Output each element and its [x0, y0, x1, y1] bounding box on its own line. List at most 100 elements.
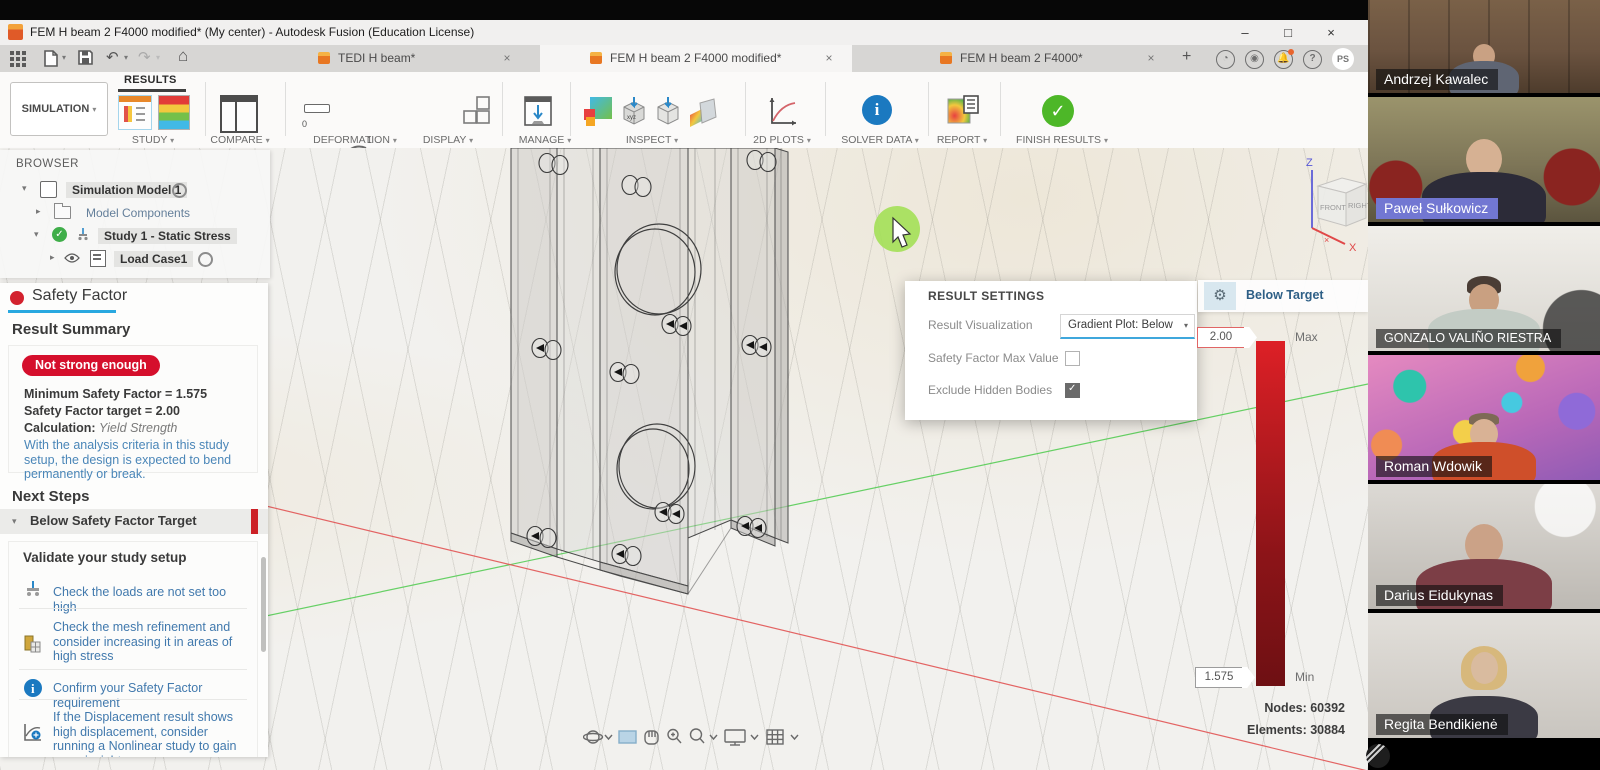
group-display[interactable]: DISPLAY ▾ — [408, 134, 488, 146]
below-target-section-row[interactable]: ▾ Below Safety Factor Target — [0, 509, 268, 534]
participant-tile[interactable]: Paweł Sułkowicz — [1368, 97, 1600, 222]
tab-close-icon[interactable]: × — [822, 51, 836, 65]
step-check-mesh[interactable]: Check the mesh refinement and consider i… — [53, 620, 243, 664]
file-icon[interactable] — [44, 50, 58, 67]
display-dropdown-icon[interactable] — [751, 735, 758, 739]
participant-tile[interactable]: Roman Wdowik — [1368, 355, 1600, 480]
result-visualization-dropdown[interactable]: Gradient Plot: Below▾ — [1060, 314, 1195, 339]
step-check-loads[interactable]: Check the loads are not set too high — [53, 585, 243, 614]
redo-icon[interactable]: ↷ — [138, 49, 151, 67]
user-avatar[interactable]: PS — [1332, 48, 1354, 70]
tab-close-icon[interactable]: × — [1144, 51, 1158, 65]
legend-color-bar[interactable] — [1256, 341, 1285, 686]
workspace-selector[interactable]: SIMULATION ▾ — [10, 82, 108, 136]
extensions-icon[interactable]: ◉ — [1245, 50, 1264, 69]
tab-close-icon[interactable]: × — [500, 51, 514, 65]
group-finish-results[interactable]: FINISH RESULTS ▾ — [1002, 134, 1122, 146]
minimize-button[interactable]: – — [1228, 22, 1262, 43]
look-at-icon[interactable] — [619, 731, 636, 743]
app-grid-icon[interactable] — [10, 51, 26, 67]
chevron-down-icon[interactable]: ▾ — [34, 229, 39, 240]
group-inspect[interactable]: INSPECT ▾ — [612, 134, 692, 146]
solver-data-icon[interactable]: i — [862, 95, 892, 125]
visibility-radio-icon[interactable] — [198, 252, 213, 267]
chevron-down-icon[interactable]: ▾ — [12, 516, 17, 527]
close-button[interactable]: × — [1314, 22, 1348, 43]
tree-item-load-case1[interactable]: ▸ Load Case1 — [0, 249, 270, 269]
participant-tile[interactable]: Regita Bendikienė — [1368, 613, 1600, 738]
pan-hand-icon[interactable] — [645, 731, 658, 744]
tree-item-simulation-model[interactable]: ▾ Simulation Model 1 — [0, 180, 270, 200]
group-manage[interactable]: MANAGE ▾ — [505, 134, 585, 146]
visibility-radio-icon[interactable] — [172, 183, 187, 198]
eye-visibility-icon[interactable] — [64, 253, 80, 263]
display-layout-icon[interactable] — [462, 95, 491, 126]
zoom-icon[interactable] — [668, 730, 681, 744]
group-study[interactable]: STUDY ▾ — [113, 134, 193, 146]
inspect-section-plane-icon[interactable] — [686, 95, 720, 129]
undo-icon[interactable]: ↶ — [106, 49, 119, 67]
ribbon-section-label: RESULTS — [124, 74, 177, 86]
job-status-icon[interactable]: ◔ — [1216, 50, 1235, 69]
group-compare[interactable]: COMPARE ▾ — [200, 134, 280, 146]
legend-gradient-icon[interactable] — [158, 95, 190, 130]
chevron-right-icon[interactable]: ▸ — [36, 206, 41, 217]
participant-name: Darius Eidukynas — [1376, 585, 1503, 606]
inspect-results-icon[interactable] — [582, 95, 614, 129]
browser-panel-title: BROWSER — [16, 158, 79, 170]
viewcube-right-label[interactable]: RIGHT — [1348, 201, 1368, 210]
help-icon[interactable]: ? — [1303, 50, 1322, 69]
viewcube-front-label[interactable]: FRONT — [1320, 203, 1346, 212]
finish-results-icon[interactable]: ✓ — [1042, 95, 1074, 127]
group-2d-plots[interactable]: 2D PLOTS ▾ — [742, 134, 822, 146]
manage-icon[interactable] — [522, 95, 554, 129]
inspect-probe-icon[interactable] — [652, 95, 684, 129]
compare-icon[interactable] — [220, 95, 258, 133]
mesh-refinement-icon — [23, 634, 43, 654]
tree-item-study1[interactable]: ▾ ✓ Study 1 - Static Stress — [0, 226, 270, 246]
h-beam-model[interactable] — [511, 148, 788, 594]
study-results-icon[interactable] — [118, 95, 152, 130]
group-solver-data[interactable]: SOLVER DATA ▾ — [835, 134, 925, 146]
fit-icon[interactable] — [691, 729, 705, 743]
tab-tedi-h-beam[interactable]: TEDI H beam* × — [300, 45, 528, 72]
step-nonlinear-study[interactable]: If the Displacement result shows high di… — [53, 710, 243, 757]
participant-name: GONZALO VALIÑO RIESTRA — [1376, 329, 1561, 348]
2d-plots-icon[interactable] — [766, 95, 798, 129]
participant-tile[interactable]: GONZALO VALIÑO RIESTRA — [1368, 226, 1600, 351]
group-report[interactable]: REPORT ▾ — [922, 134, 1002, 146]
save-icon[interactable] — [78, 50, 93, 65]
safety-factor-max-value-checkbox[interactable] — [1065, 351, 1080, 366]
group-deformation[interactable]: DEFORMATION ▾ — [300, 134, 410, 146]
chevron-right-icon[interactable]: ▸ — [50, 252, 55, 263]
orbit-icon[interactable] — [584, 731, 603, 743]
legend-min-handle[interactable]: 1.575 — [1195, 667, 1255, 688]
panel-scrollbar-thumb[interactable] — [261, 557, 266, 652]
step-confirm-requirement[interactable]: Confirm your Safety Factor requirement — [53, 681, 243, 710]
inspect-probe-xyz-icon[interactable]: xyz — [618, 95, 650, 129]
maximize-button[interactable]: □ — [1271, 22, 1305, 43]
home-icon[interactable]: ⌂ — [178, 47, 188, 65]
legend-max-handle[interactable]: 2.00 — [1197, 327, 1257, 348]
grid-settings-icon[interactable] — [767, 730, 783, 744]
legend-settings-gear-icon[interactable]: ⚙ — [1204, 282, 1236, 310]
report-icon[interactable] — [946, 95, 980, 129]
exclude-hidden-bodies-checkbox[interactable] — [1065, 383, 1080, 398]
tab-fem-h-beam[interactable]: FEM H beam 2 F4000* × — [912, 45, 1170, 72]
grid-dropdown-icon[interactable] — [791, 735, 798, 739]
undo-dropdown-icon[interactable]: ▾ — [124, 49, 128, 67]
tab-fem-h-beam-modified[interactable]: FEM H beam 2 F4000 modified* × — [540, 45, 852, 72]
file-dropdown-icon[interactable]: ▾ — [62, 49, 66, 67]
deformation-none-icon[interactable]: 0 — [298, 95, 336, 132]
view-cube[interactable]: Z FRONT RIGHT × X — [1306, 157, 1368, 254]
participant-tile[interactable]: Darius Eidukynas — [1368, 484, 1600, 609]
new-tab-icon[interactable]: + — [1182, 48, 1191, 66]
tree-item-model-components[interactable]: ▸ Model Components — [0, 203, 270, 223]
participant-tile[interactable]: Andrzej Kawalec — [1368, 0, 1600, 93]
orbit-dropdown-icon[interactable] — [605, 735, 612, 739]
chevron-down-icon[interactable]: ▾ — [22, 183, 27, 194]
notifications-bell-icon[interactable]: 🔔 — [1274, 50, 1293, 69]
display-settings-icon[interactable] — [725, 730, 745, 745]
redo-dropdown-icon[interactable]: ▾ — [156, 49, 160, 67]
fit-dropdown-icon[interactable] — [710, 735, 717, 739]
